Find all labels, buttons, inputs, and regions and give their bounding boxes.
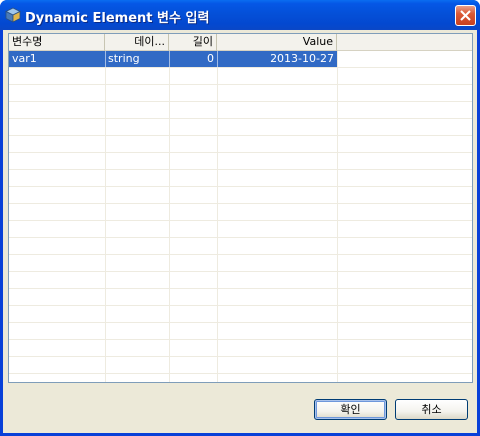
- column-header-data-type[interactable]: 데이...: [105, 34, 169, 51]
- column-divider: [337, 51, 338, 382]
- close-button[interactable]: [455, 5, 476, 26]
- variable-table[interactable]: 변수명 데이... 길이 Value var1 string 0 2013-10…: [8, 33, 473, 383]
- window-title: Dynamic Element 변수 입력: [25, 11, 210, 26]
- column-divider: [105, 51, 106, 382]
- dialog-window: Dynamic Element 변수 입력 변수명 데이... 길이 Value: [0, 0, 480, 436]
- dialog-client-area: 변수명 데이... 길이 Value var1 string 0 2013-10…: [3, 30, 477, 433]
- table-row[interactable]: var1 string 0 2013-10-27: [9, 51, 337, 67]
- app-cube-icon: [5, 7, 21, 23]
- cell-data-type[interactable]: string: [105, 51, 169, 67]
- column-header-variable-name[interactable]: 변수명: [9, 34, 105, 51]
- ok-button[interactable]: 확인: [314, 399, 387, 420]
- cell-variable-name[interactable]: var1: [9, 51, 105, 67]
- table-body[interactable]: var1 string 0 2013-10-27: [9, 51, 472, 382]
- table-header: 변수명 데이... 길이 Value: [9, 34, 472, 51]
- cell-value[interactable]: 2013-10-27: [217, 51, 337, 67]
- close-icon: [460, 10, 471, 21]
- row-divider: [217, 51, 218, 67]
- title-bar[interactable]: Dynamic Element 변수 입력: [0, 0, 480, 30]
- row-divider: [169, 51, 170, 67]
- row-divider: [105, 51, 106, 67]
- column-header-value[interactable]: Value: [217, 34, 337, 51]
- cancel-button[interactable]: 취소: [395, 399, 468, 420]
- column-divider: [169, 51, 170, 382]
- column-header-length[interactable]: 길이: [169, 34, 217, 51]
- cell-length[interactable]: 0: [169, 51, 217, 67]
- column-divider: [217, 51, 218, 382]
